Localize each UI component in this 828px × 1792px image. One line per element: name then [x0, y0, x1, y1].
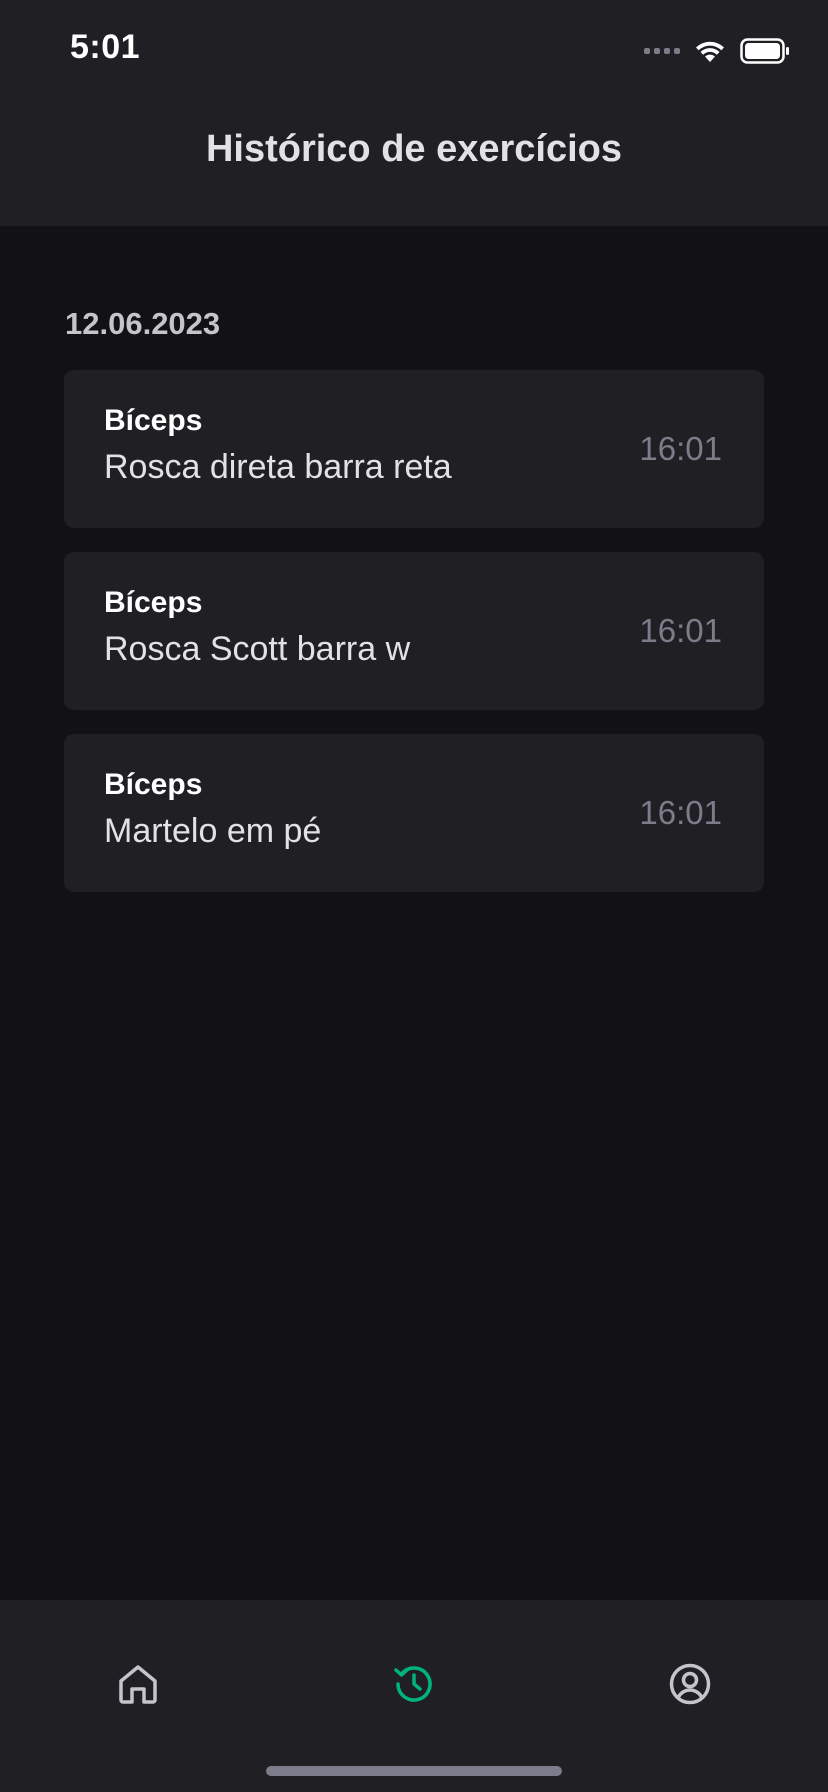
screen: 5:01 Histórico de exercícios 12.06.2023 …	[0, 0, 828, 1792]
history-card[interactable]: Bíceps Rosca direta barra reta 16:01	[64, 370, 764, 528]
history-list: Bíceps Rosca direta barra reta 16:01 Bíc…	[64, 370, 764, 916]
header: 5:01 Histórico de exercícios	[0, 0, 828, 226]
exercise-group: Bíceps	[104, 586, 203, 619]
status-time: 5:01	[70, 28, 141, 66]
tab-profile[interactable]	[662, 1656, 718, 1712]
page-title: Histórico de exercícios	[205, 128, 623, 170]
tab-bar	[0, 1600, 828, 1792]
exercise-group: Bíceps	[104, 768, 203, 801]
exercise-name: Martelo em pé	[104, 812, 322, 850]
history-card[interactable]: Bíceps Martelo em pé 16:01	[64, 734, 764, 892]
wifi-icon	[696, 41, 724, 62]
status-indicators	[644, 36, 790, 66]
exercise-time: 16:01	[639, 612, 722, 649]
profile-icon	[669, 1663, 711, 1705]
history-date-label: 12.06.2023	[65, 306, 221, 341]
home-icon	[119, 1665, 157, 1704]
exercise-name: Rosca direta barra reta	[104, 448, 452, 486]
cellular-signal-icon	[644, 48, 680, 54]
exercise-time: 16:01	[639, 430, 722, 467]
history-icon	[394, 1666, 432, 1702]
home-indicator	[266, 1766, 562, 1776]
exercise-group: Bíceps	[104, 404, 203, 437]
exercise-time: 16:01	[639, 794, 722, 831]
battery-icon	[740, 38, 789, 64]
tab-history[interactable]	[386, 1656, 442, 1712]
exercise-name: Rosca Scott barra w	[104, 630, 411, 668]
history-card[interactable]: Bíceps Rosca Scott barra w 16:01	[64, 552, 764, 710]
tab-home[interactable]	[110, 1656, 166, 1712]
